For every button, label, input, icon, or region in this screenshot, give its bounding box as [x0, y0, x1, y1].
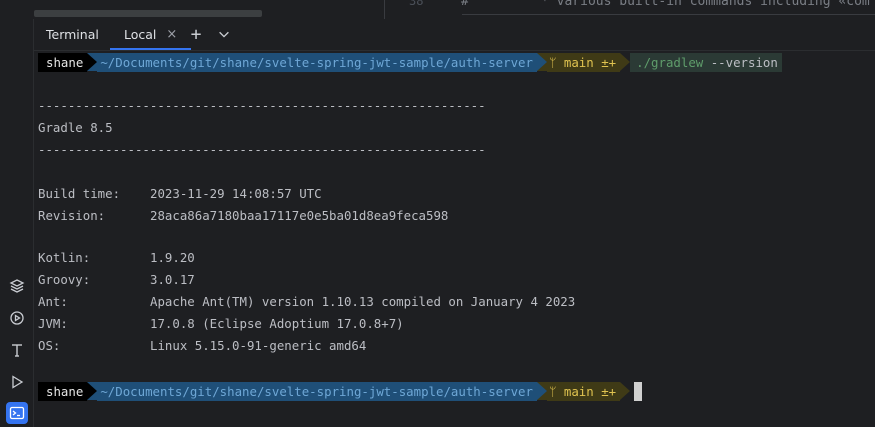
prompt-path: ~/Documents/git/shane/svelte-spring-jwt-… [97, 382, 537, 401]
output-rule: ----------------------------------------… [38, 142, 486, 157]
add-tab-icon[interactable]: + [187, 24, 205, 45]
active-tab-indicator [110, 48, 192, 50]
output-value: Apache Ant(TM) version 1.10.13 compiled … [150, 294, 576, 309]
output-key: Ant: [38, 294, 68, 309]
output-rule: ----------------------------------------… [38, 98, 486, 113]
output-row: Kotlin: [38, 247, 90, 269]
output-row: JVM: [38, 313, 68, 335]
output-row: Ant: [38, 291, 68, 313]
output-row: Revision: [38, 205, 105, 227]
output-key: Build time: [38, 186, 121, 201]
close-icon[interactable]: × [166, 27, 177, 42]
horizontal-scrollbar[interactable] [34, 10, 262, 17]
prompt-path: ~/Documents/git/shane/svelte-spring-jwt-… [97, 53, 537, 72]
terminal-icon[interactable] [6, 402, 28, 424]
git-branch-icon: ᛘ [548, 383, 557, 399]
prompt-git: ᛘ main ±+ [546, 382, 621, 401]
command-text: ./gradlew --version [630, 53, 782, 72]
output-key: OS: [38, 338, 61, 353]
layers-icon[interactable] [6, 275, 28, 297]
run-icon[interactable] [6, 371, 28, 393]
output-value: 28aca86a7180baa17117e0e5ba01d8ea9feca598 [150, 208, 449, 223]
prompt-git: ᛘ main ±+ [546, 53, 621, 72]
prompt-line: shane ~/Documents/git/shane/svelte-sprin… [38, 382, 643, 401]
git-branch-icon: ᛘ [548, 54, 557, 70]
prompt-user: shane [38, 382, 88, 401]
terminal-tabbar: Terminal Local × + [34, 19, 875, 51]
output-key: JVM: [38, 316, 68, 331]
prompt-line: shane ~/Documents/git/shane/svelte-sprin… [38, 53, 782, 72]
divider [384, 0, 385, 19]
tab-terminal-title: Terminal [46, 27, 99, 42]
output-value: 3.0.17 [150, 272, 195, 287]
command-bin: ./gradlew [636, 54, 704, 70]
output-key: Groovy: [38, 272, 91, 287]
output-row: Groovy: [38, 269, 90, 291]
prompt-user: shane [38, 53, 88, 72]
output-row: Build time: [38, 183, 120, 205]
chevron-down-icon[interactable] [215, 25, 233, 43]
divider [462, 14, 875, 15]
comment-hash: # [461, 0, 469, 9]
output-value: 17.0.8 (Eclipse Adoptium 17.0.8+7) [150, 316, 404, 331]
prompt-branch: main ±+ [563, 383, 617, 399]
tab-local-label: Local [124, 27, 157, 42]
editor-comment: * various built-in commands including «c… [541, 0, 870, 9]
output-value: Linux 5.15.0-91-generic amd64 [150, 338, 367, 353]
tab-local[interactable]: Local × [110, 19, 192, 50]
services-icon[interactable] [6, 307, 28, 329]
output-key: Kotlin: [38, 250, 91, 265]
output-gradle-version: Gradle 8.5 [38, 120, 113, 135]
left-toolbar [0, 19, 34, 427]
output-value: 1.9.20 [150, 250, 195, 265]
terminal-cursor[interactable] [634, 382, 643, 401]
text-icon[interactable] [6, 339, 28, 361]
output-row: OS: [38, 335, 60, 357]
output-key: Revision: [38, 208, 106, 223]
prompt-branch: main ±+ [563, 54, 617, 70]
terminal-output[interactable]: shane ~/Documents/git/shane/svelte-sprin… [34, 51, 875, 427]
command-args: --version [703, 54, 778, 70]
editor-remnant: 38 # * various built-in commands includi… [0, 0, 875, 19]
output-value: 2023-11-29 14:08:57 UTC [150, 186, 322, 201]
line-number: 38 [409, 0, 424, 8]
